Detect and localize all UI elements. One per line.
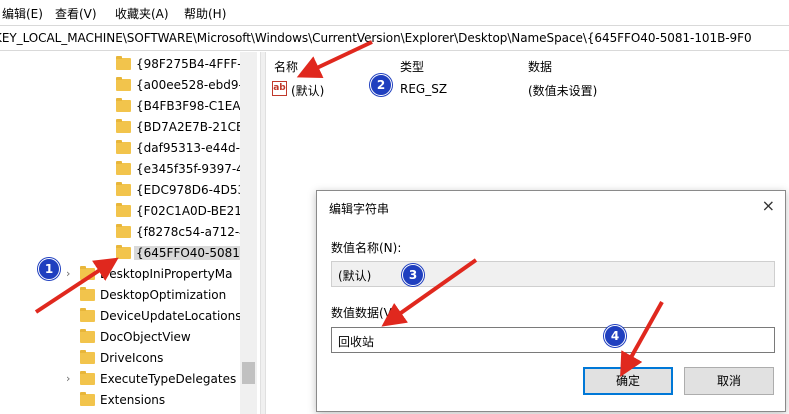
registry-tree: {98F275B4-4FFF-1 {a00ee528-ebd9- {B4FB3F… (0, 52, 260, 414)
tree-item-label: {F02C1A0D-BE21- (136, 204, 247, 218)
tree-item-label: Extensions (100, 393, 166, 407)
menu-edit[interactable]: 编辑(E) (2, 5, 43, 22)
value-data-label: 数值数据(V): (331, 306, 401, 320)
edit-string-dialog: 编辑字符串 × 数值名称(N): (默认) 数值数据(V): 回收站 确定 取消 (316, 190, 786, 412)
menu-view[interactable]: 查看(V) (55, 5, 97, 22)
column-header-type[interactable]: 类型 (400, 58, 424, 75)
string-value-icon: ab (272, 81, 287, 96)
tree-item-label: DesktopOptimization (100, 288, 227, 302)
folder-icon (80, 308, 95, 322)
value-type: REG_SZ (400, 82, 448, 96)
column-header-name[interactable]: 名称 (274, 58, 298, 75)
tree-item-label: ExecuteTypeDelegates (100, 372, 237, 386)
tree-item-label: {EDC978D6-4D53 (136, 183, 246, 197)
expand-arrow-icon[interactable]: › (66, 267, 70, 280)
value-name-label: 数值名称(N): (331, 241, 402, 255)
column-header-data[interactable]: 数据 (528, 58, 552, 75)
tree-item-label: DocObjectView (100, 330, 191, 344)
cancel-button[interactable]: 取消 (684, 367, 774, 395)
ok-button[interactable]: 确定 (583, 367, 673, 395)
menu-help[interactable]: 帮助(H) (184, 5, 226, 22)
close-icon[interactable]: × (762, 196, 775, 215)
tree-item-label: {B4FB3F98-C1EA- (136, 99, 245, 113)
tree-item-label: {daf95313-e44d- (136, 141, 240, 155)
folder-icon (116, 56, 131, 70)
folder-icon (116, 245, 131, 259)
value-name-field: (默认) (331, 261, 775, 287)
tree-item-label: DesktopIniPropertyMa (100, 267, 233, 281)
folder-icon (116, 161, 131, 175)
folder-icon (80, 329, 95, 343)
tree-scrollbar[interactable] (240, 52, 257, 414)
scrollbar-thumb[interactable] (242, 362, 255, 384)
value-data-input[interactable]: 回收站 (331, 327, 775, 353)
tree-item-label: {98F275B4-4FFF-1 (136, 57, 250, 71)
tree-item-label: {e345f35f-9397-4 (136, 162, 244, 176)
folder-icon (116, 203, 131, 217)
address-text: KEY_LOCAL_MACHINE\SOFTWARE\Microsoft\Win… (0, 31, 752, 45)
folder-icon (80, 371, 95, 385)
expand-arrow-icon[interactable]: › (66, 372, 70, 385)
tree-item-label: {BD7A2E7B-21CB (136, 120, 245, 134)
address-bar[interactable]: KEY_LOCAL_MACHINE\SOFTWARE\Microsoft\Win… (0, 25, 789, 51)
tree-item-label: {645FFO40-5081- (134, 246, 247, 260)
folder-icon (116, 77, 131, 91)
tree-item-label: DeviceUpdateLocations (100, 309, 242, 323)
dialog-title: 编辑字符串 (329, 202, 390, 216)
folder-icon (116, 140, 131, 154)
folder-icon (80, 392, 95, 406)
folder-icon (80, 266, 95, 280)
folder-icon (116, 182, 131, 196)
folder-icon (80, 350, 95, 364)
folder-icon (116, 119, 131, 133)
step-badge-2: 2 (370, 74, 392, 96)
tree-item-label: {a00ee528-ebd9- (136, 78, 243, 92)
folder-icon (116, 224, 131, 238)
value-name: (默认) (291, 84, 325, 98)
tree-item-label: {f8278c54-a712-4 (136, 225, 247, 239)
menu-bar: 编辑(E) 查看(V) 收藏夹(A) 帮助(H) (0, 0, 789, 24)
tree-item-label: DriveIcons (100, 351, 164, 365)
step-badge-3: 3 (402, 264, 424, 286)
folder-icon (80, 287, 95, 301)
value-data: (数值未设置) (528, 84, 598, 98)
step-badge-1: 1 (38, 258, 60, 280)
value-row-default[interactable]: ab (默认) REG_SZ (数值未设置) (266, 80, 789, 100)
folder-icon (116, 98, 131, 112)
step-badge-4: 4 (604, 325, 626, 347)
menu-favorites[interactable]: 收藏夹(A) (115, 5, 169, 22)
